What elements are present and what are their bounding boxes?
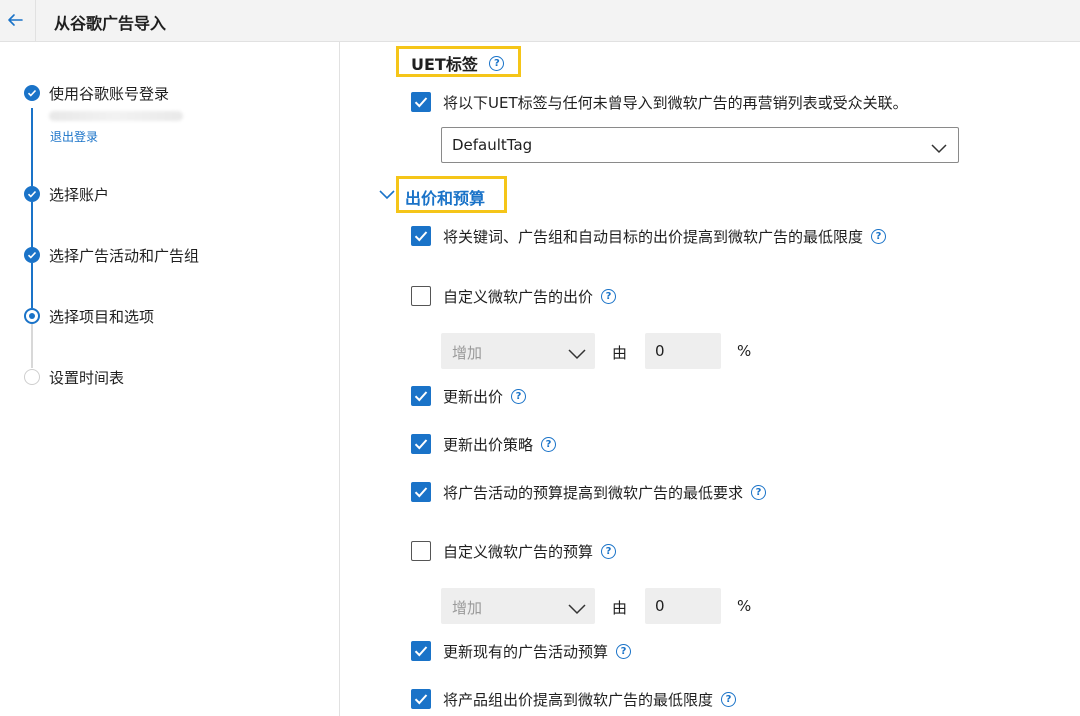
uet-associate-label: 将以下UET标签与任何未曾导入到微软广告的再营销列表或受众关联。 xyxy=(443,94,908,112)
update-budget-label: 更新现有的广告活动预算 xyxy=(443,643,609,661)
step-current-icon xyxy=(24,308,40,324)
raise-budget-label: 将广告活动的预算提高到微软广告的最低要求 xyxy=(443,484,744,502)
raise-budget-option: 将广告活动的预算提高到微软广告的最低要求 xyxy=(443,482,767,503)
step-complete-icon xyxy=(24,85,40,101)
percent-unit: % xyxy=(737,597,752,615)
raise-adgroup-bids-label: 将产品组出价提高到微软广告的最低限度 xyxy=(443,691,714,709)
help-icon[interactable] xyxy=(541,437,557,452)
custom-budget-mode-select[interactable]: 增加 xyxy=(441,588,595,624)
custom-budget-mode-value: 增加 xyxy=(452,599,483,617)
uet-associate-checkbox[interactable] xyxy=(411,92,431,112)
step-connector xyxy=(31,263,33,308)
update-strategy-label: 更新出价策略 xyxy=(443,436,534,454)
percent-unit: % xyxy=(737,342,752,360)
step-label-select-account[interactable]: 选择账户 xyxy=(49,184,109,205)
custom-budget-label: 自定义微软广告的预算 xyxy=(443,543,594,561)
help-icon[interactable] xyxy=(616,644,632,659)
uet-tag-value: DefaultTag xyxy=(452,136,533,154)
help-icon[interactable] xyxy=(489,56,505,71)
help-icon[interactable] xyxy=(871,229,887,244)
uet-section-title: UET标签 xyxy=(411,51,505,75)
custom-budget-value: 0 xyxy=(655,597,665,615)
uet-tag-select[interactable]: DefaultTag xyxy=(441,127,959,163)
help-icon[interactable] xyxy=(751,485,767,500)
chevron-down-icon[interactable] xyxy=(378,185,396,204)
help-icon[interactable] xyxy=(601,289,617,304)
raise-adgroup-bids-option: 将产品组出价提高到微软广告的最低限度 xyxy=(443,689,737,710)
step-label-sign-in[interactable]: 使用谷歌账号登录 xyxy=(49,83,169,104)
step-complete-icon xyxy=(24,247,40,263)
uet-title-text: UET标签 xyxy=(411,55,478,74)
custom-bid-value-input[interactable]: 0 xyxy=(645,333,721,369)
custom-budget-option: 自定义微软广告的预算 xyxy=(443,541,617,562)
step-label-select-campaigns[interactable]: 选择广告活动和广告组 xyxy=(49,245,199,266)
chevron-down-icon xyxy=(930,139,948,158)
step-connector xyxy=(31,202,33,248)
step-complete-icon xyxy=(24,186,40,202)
raise-adgroup-bids-checkbox[interactable] xyxy=(411,689,431,709)
custom-bid-mode-select[interactable]: 增加 xyxy=(441,333,595,369)
custom-bid-checkbox[interactable] xyxy=(411,286,431,306)
sign-out-link[interactable]: 退出登录 xyxy=(50,128,98,145)
custom-bid-mode-value: 增加 xyxy=(452,344,483,362)
chevron-down-icon xyxy=(567,345,587,364)
stepper-sidebar: 使用谷歌账号登录 退出登录 选择账户 选择广告活动和广告组 选择项目和选项 设置… xyxy=(0,42,340,716)
redacted-account-email xyxy=(49,111,183,121)
step-connector xyxy=(31,108,33,186)
step-label-select-options[interactable]: 选择项目和选项 xyxy=(49,306,154,327)
step-pending-icon xyxy=(24,369,40,385)
update-budget-option: 更新现有的广告活动预算 xyxy=(443,641,632,662)
custom-bid-option: 自定义微软广告的出价 xyxy=(443,286,617,307)
chevron-down-icon xyxy=(567,600,587,619)
raise-bids-checkbox[interactable] xyxy=(411,226,431,246)
help-icon[interactable] xyxy=(511,389,527,404)
bidding-section-title[interactable]: 出价和预算 xyxy=(405,185,485,209)
raise-bids-label: 将关键词、广告组和自动目标的出价提高到微软广告的最低限度 xyxy=(443,228,864,246)
step-connector xyxy=(31,324,33,368)
update-bids-option: 更新出价 xyxy=(443,386,527,407)
update-strategy-checkbox[interactable] xyxy=(411,434,431,454)
custom-budget-checkbox[interactable] xyxy=(411,541,431,561)
custom-budget-value-input[interactable]: 0 xyxy=(645,588,721,624)
help-icon[interactable] xyxy=(601,544,617,559)
raise-bids-option: 将关键词、广告组和自动目标的出价提高到微软广告的最低限度 xyxy=(443,226,887,247)
update-bids-checkbox[interactable] xyxy=(411,386,431,406)
page-title: 从谷歌广告导入 xyxy=(54,14,167,33)
custom-bid-value: 0 xyxy=(655,342,665,360)
update-bids-label: 更新出价 xyxy=(443,388,504,406)
custom-bid-label: 自定义微软广告的出价 xyxy=(443,288,594,306)
step-label-schedule: 设置时间表 xyxy=(49,369,125,387)
top-bar: 从谷歌广告导入 xyxy=(0,0,1080,42)
raise-budget-checkbox[interactable] xyxy=(411,482,431,502)
by-label: 由 xyxy=(612,344,628,362)
back-button[interactable] xyxy=(0,0,36,42)
update-strategy-option: 更新出价策略 xyxy=(443,434,557,455)
help-icon[interactable] xyxy=(721,692,737,707)
update-budget-checkbox[interactable] xyxy=(411,641,431,661)
by-label: 由 xyxy=(612,599,628,617)
